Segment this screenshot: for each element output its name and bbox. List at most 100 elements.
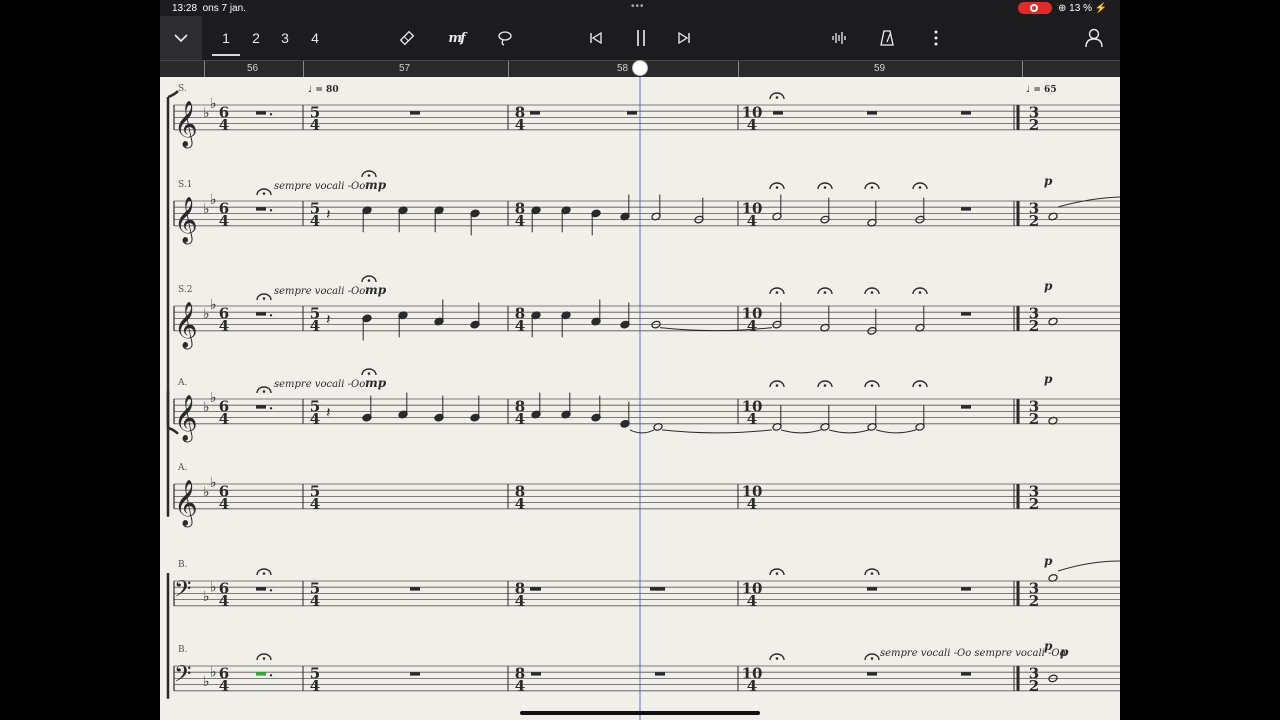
dynamic-mark: p — [1044, 174, 1053, 188]
quarter-rest: 𝄽 — [326, 206, 331, 224]
measure-number: 57 — [399, 63, 411, 74]
skip-forward-icon[interactable] — [673, 16, 695, 60]
time-signature-den: 2 — [1029, 212, 1039, 230]
flat-accidental: ♭ — [210, 192, 217, 208]
rest — [961, 587, 971, 591]
dot — [269, 589, 273, 592]
flat-accidental: ♭ — [210, 580, 217, 596]
bass-clef: 𝄢 — [174, 577, 191, 608]
dynamic-mark: p — [1044, 279, 1053, 293]
tie — [828, 429, 870, 434]
fermata-dot — [262, 297, 266, 300]
playhead-handle[interactable] — [632, 60, 648, 76]
dot — [269, 209, 273, 212]
time-signature-den: 4 — [515, 317, 525, 335]
rest — [961, 111, 971, 115]
fermata-dot — [775, 384, 779, 387]
time-signature-den: 4 — [747, 677, 757, 695]
expression-text: sempre vocali -Oo sempre vocali -Oo — [880, 648, 1066, 659]
rest — [627, 111, 637, 115]
expression-text: sempre vocali -Oo — [274, 181, 365, 192]
multitask-dots-icon[interactable]: ••• — [631, 1, 645, 12]
eraser-icon[interactable] — [396, 16, 418, 60]
status-time: 13:28 ons 7 jan. — [172, 3, 246, 14]
time-signature-den: 4 — [515, 677, 525, 695]
rest — [867, 587, 877, 591]
rest — [410, 672, 420, 676]
score-canvas[interactable]: ♩ = 80 ♩ = 65 S. 𝄞 ♭ ♭ 6 4 5 4 8 4 10 4 3 2 S.1 𝄞 ♭ ♭ 6 4 5 4 8 4… — [160, 77, 1120, 720]
time-signature-den: 4 — [219, 317, 229, 335]
time-signature-den: 4 — [219, 592, 229, 610]
page-tab-1[interactable]: 1 — [212, 22, 240, 56]
home-indicator[interactable] — [520, 711, 760, 715]
staff-label: A. — [177, 463, 187, 473]
fermata-dot — [870, 657, 874, 660]
fermata-dot — [918, 384, 922, 387]
staff-label: A. — [177, 378, 187, 388]
time-signature-den: 4 — [515, 495, 525, 513]
flat-accidental: ♭ — [210, 665, 217, 681]
skip-back-icon[interactable] — [585, 16, 607, 60]
rest — [961, 312, 971, 316]
fermata-dot — [367, 372, 371, 375]
status-bar: 13:28 ons 7 jan. ••• ⊕ 13 % ⚡ — [160, 0, 1120, 16]
flat-accidental: ♭ — [203, 306, 210, 322]
rest — [256, 405, 266, 409]
time-signature-den: 2 — [1029, 495, 1039, 513]
dynamic-mark: p — [1044, 372, 1053, 386]
lasso-icon[interactable] — [494, 16, 516, 60]
time-signature-den: 4 — [219, 495, 229, 513]
flat-accidental: ♭ — [203, 674, 210, 690]
fermata-dot — [262, 572, 266, 575]
staff-label: S. — [178, 84, 187, 94]
fermata-dot — [870, 384, 874, 387]
slur — [1057, 560, 1120, 572]
time-signature-den: 2 — [1029, 410, 1039, 428]
more-icon[interactable] — [926, 16, 946, 60]
dot — [269, 314, 273, 317]
rest — [655, 672, 665, 676]
metronome-icon[interactable] — [876, 16, 898, 60]
fermata-dot — [870, 572, 874, 575]
page-tab-4[interactable]: 4 — [301, 22, 329, 54]
flat-accidental: ♭ — [203, 484, 210, 500]
time-signature-den: 4 — [747, 592, 757, 610]
fermata-dot — [775, 96, 779, 99]
page-tab-3[interactable]: 3 — [271, 22, 299, 54]
treble-clef: 𝄞 — [174, 395, 198, 443]
time-signature-den: 4 — [310, 410, 320, 428]
rest — [531, 672, 541, 676]
fermata-dot — [823, 291, 827, 294]
rest — [530, 111, 540, 115]
user-icon[interactable] — [1082, 16, 1106, 60]
page-tab-2[interactable]: 2 — [242, 22, 270, 54]
measure-number: 56 — [247, 63, 259, 74]
time-signature-den: 4 — [747, 116, 757, 134]
time-signature-den: 4 — [219, 677, 229, 695]
flat-accidental: ♭ — [210, 297, 217, 313]
dynamics-tool-icon[interactable]: mf — [444, 16, 468, 60]
chevron-down-icon[interactable] — [160, 16, 202, 60]
staff-label: B. — [178, 560, 188, 570]
ipad-screen: 13:28 ons 7 jan. ••• ⊕ 13 % ⚡ 1 2 3 4 mf — [160, 0, 1120, 720]
fermata-dot — [870, 186, 874, 189]
treble-clef: 𝄞 — [174, 480, 198, 528]
battery-indicator: ⊕ 13 % ⚡ — [1058, 3, 1108, 14]
rest — [961, 672, 971, 676]
quarter-rest: 𝄽 — [326, 404, 331, 422]
flat-accidental: ♭ — [203, 201, 210, 217]
staff-label: S.2 — [178, 285, 192, 295]
tie — [780, 429, 822, 434]
time-signature-den: 4 — [310, 116, 320, 134]
flat-accidental: ♭ — [203, 399, 210, 415]
fermata-dot — [775, 291, 779, 294]
pause-icon[interactable] — [630, 16, 652, 60]
fermata-dot — [823, 186, 827, 189]
time-signature-den: 4 — [515, 212, 525, 230]
dynamic-mark: mp — [365, 283, 387, 297]
tie — [661, 429, 773, 434]
dot — [269, 113, 273, 116]
waveform-icon[interactable] — [828, 16, 850, 60]
slur — [1057, 196, 1120, 208]
screen-recording-icon[interactable] — [1018, 2, 1052, 14]
